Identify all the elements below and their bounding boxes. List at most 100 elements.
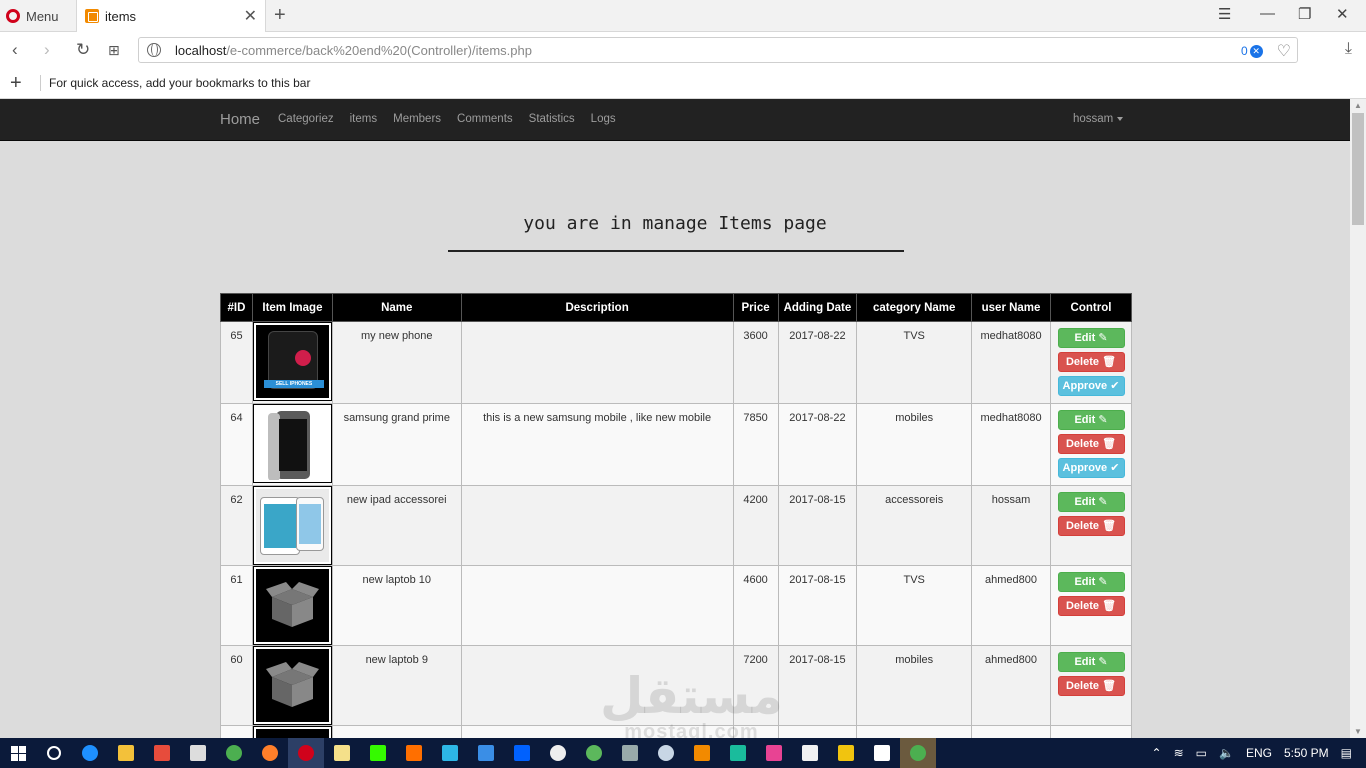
speed-dial-icon[interactable]: ⊞ <box>108 42 120 59</box>
nav-link-members[interactable]: Members <box>393 113 441 125</box>
new-tab-icon[interactable]: + <box>274 4 286 27</box>
cell-control: Edit ✎ Delete 🗑 <box>1050 565 1132 646</box>
user-dropdown[interactable]: hossam <box>1073 113 1124 125</box>
cell-category: accessoreis <box>856 485 973 566</box>
firefox-app[interactable] <box>252 738 288 768</box>
steam-app[interactable] <box>648 738 684 768</box>
tab-menu-icon[interactable]: ☰ <box>1218 5 1231 23</box>
explorer-app[interactable] <box>108 738 144 768</box>
reload-icon[interactable]: ↻ <box>76 40 90 60</box>
app-gray[interactable] <box>612 738 648 768</box>
chrome-app-active[interactable] <box>900 738 936 768</box>
edit-button[interactable]: Edit ✎ <box>1057 492 1125 512</box>
app-white[interactable] <box>792 738 828 768</box>
mostaql-watermark: مستقل mostaql.com <box>600 671 783 738</box>
edge-app[interactable] <box>72 738 108 768</box>
forward-icon[interactable]: › <box>44 40 50 60</box>
xampp-app[interactable] <box>684 738 720 768</box>
app-orange[interactable] <box>396 738 432 768</box>
battery-icon[interactable]: ▭ <box>1196 746 1207 760</box>
chrome-app[interactable] <box>216 738 252 768</box>
watermark-arabic: مستقل <box>600 667 783 725</box>
approve-button[interactable]: Approve ✔ <box>1057 376 1125 396</box>
dreamweaver-app[interactable] <box>360 738 396 768</box>
app-teal[interactable] <box>720 738 756 768</box>
clock[interactable]: 5:50 PM <box>1284 746 1329 760</box>
nav-link-categories[interactable]: Categoriez <box>278 113 334 125</box>
delete-button[interactable]: Delete 🗑 <box>1057 516 1125 536</box>
opera-app[interactable] <box>288 738 324 768</box>
col-image: Item Image <box>251 293 333 322</box>
opera-menu-button[interactable]: Menu <box>6 6 59 26</box>
delete-label: Delete <box>1065 520 1099 532</box>
delete-button[interactable]: Delete 🗑 <box>1057 352 1125 372</box>
search-button[interactable] <box>36 738 72 768</box>
approve-button[interactable]: Approve ✔ <box>1057 458 1125 478</box>
app-icon <box>622 745 638 761</box>
mail-app[interactable] <box>864 738 900 768</box>
page-title: you are in manage Items page <box>523 213 827 234</box>
chevron-up-icon[interactable]: ⌃ <box>1152 746 1162 760</box>
windows-taskbar: ⌃ ≋ ▭ 🔈 ENG 5:50 PM ▤ <box>0 738 1366 768</box>
media-app[interactable] <box>540 738 576 768</box>
edit-button[interactable]: Edit ✎ <box>1057 410 1125 430</box>
delete-button[interactable]: Delete 🗑 <box>1057 434 1125 454</box>
phone-graphic <box>295 497 324 551</box>
back-icon[interactable]: ‹ <box>12 40 18 60</box>
edit-label: Edit <box>1074 332 1096 344</box>
nav-link-logs[interactable]: Logs <box>591 113 616 125</box>
app-yellow[interactable] <box>828 738 864 768</box>
nav-link-items[interactable]: items <box>350 113 377 125</box>
active-tab[interactable]: items ✕ <box>76 0 266 32</box>
language-indicator[interactable]: ENG <box>1246 746 1272 760</box>
col-description: Description <box>460 293 734 322</box>
phone-graphic <box>267 411 310 480</box>
scroll-down-icon[interactable]: ▼ <box>1354 727 1362 736</box>
cell-user: medhat8080 <box>971 321 1051 404</box>
nav-link-statistics[interactable]: Statistics <box>529 113 575 125</box>
download-icon[interactable]: ⤓ <box>1345 40 1352 58</box>
utorrent-app[interactable] <box>576 738 612 768</box>
scroll-up-icon[interactable]: ▲ <box>1354 101 1362 110</box>
app-blue[interactable] <box>468 738 504 768</box>
start-button[interactable] <box>0 738 36 768</box>
minimize-icon[interactable]: — <box>1260 5 1275 22</box>
store-app[interactable] <box>144 738 180 768</box>
url-field[interactable]: localhost/e-commerce/back%20end%20(Contr… <box>138 37 1298 63</box>
cell-date: 2017-08-22 <box>777 403 858 486</box>
edit-button[interactable]: Edit ✎ <box>1057 328 1125 348</box>
close-tab-icon[interactable]: ✕ <box>244 6 257 26</box>
heart-icon[interactable]: ♡ <box>1277 41 1291 61</box>
restore-icon[interactable]: ❐ <box>1298 5 1311 23</box>
nav-links: Categoriez items Members Comments Statis… <box>278 113 616 125</box>
wifi-icon[interactable]: ≋ <box>1174 746 1184 760</box>
app-cyan[interactable] <box>432 738 468 768</box>
delete-button[interactable]: Delete 🗑 <box>1057 596 1125 616</box>
adblock-badge[interactable]: 0 ✕ <box>1241 44 1263 58</box>
notes-app[interactable] <box>324 738 360 768</box>
delete-label: Delete <box>1065 356 1099 368</box>
dropbox-app[interactable] <box>504 738 540 768</box>
edit-button[interactable]: Edit ✎ <box>1057 572 1125 592</box>
cell-price: 7850 <box>732 403 779 486</box>
page-scrollbar[interactable]: ▲ ▼ <box>1350 99 1366 738</box>
app-icon <box>406 745 422 761</box>
app-pink[interactable] <box>756 738 792 768</box>
trash-icon: 🗑 <box>1102 356 1117 368</box>
nav-link-comments[interactable]: Comments <box>457 113 513 125</box>
cell-id: 62 <box>220 485 253 566</box>
edit-button[interactable]: Edit ✎ <box>1057 652 1125 672</box>
delete-label: Delete <box>1065 438 1099 450</box>
cell-date: 2017-08-15 <box>777 645 858 726</box>
add-bookmark-icon[interactable]: + <box>10 72 32 95</box>
delete-button[interactable]: Delete 🗑 <box>1057 676 1125 696</box>
cell-id: 65 <box>220 321 253 404</box>
close-window-icon[interactable]: ✕ <box>1336 5 1349 23</box>
volume-icon[interactable]: 🔈 <box>1219 746 1234 760</box>
nav-brand-home[interactable]: Home <box>220 111 260 128</box>
cell-control: Edit ✎ Delete 🗑 Approve ✔ <box>1050 403 1132 486</box>
scroll-thumb[interactable] <box>1352 113 1364 225</box>
dreamweaver-icon <box>370 745 386 761</box>
notifications-icon[interactable]: ▤ <box>1341 746 1352 760</box>
calculator-app[interactable] <box>180 738 216 768</box>
